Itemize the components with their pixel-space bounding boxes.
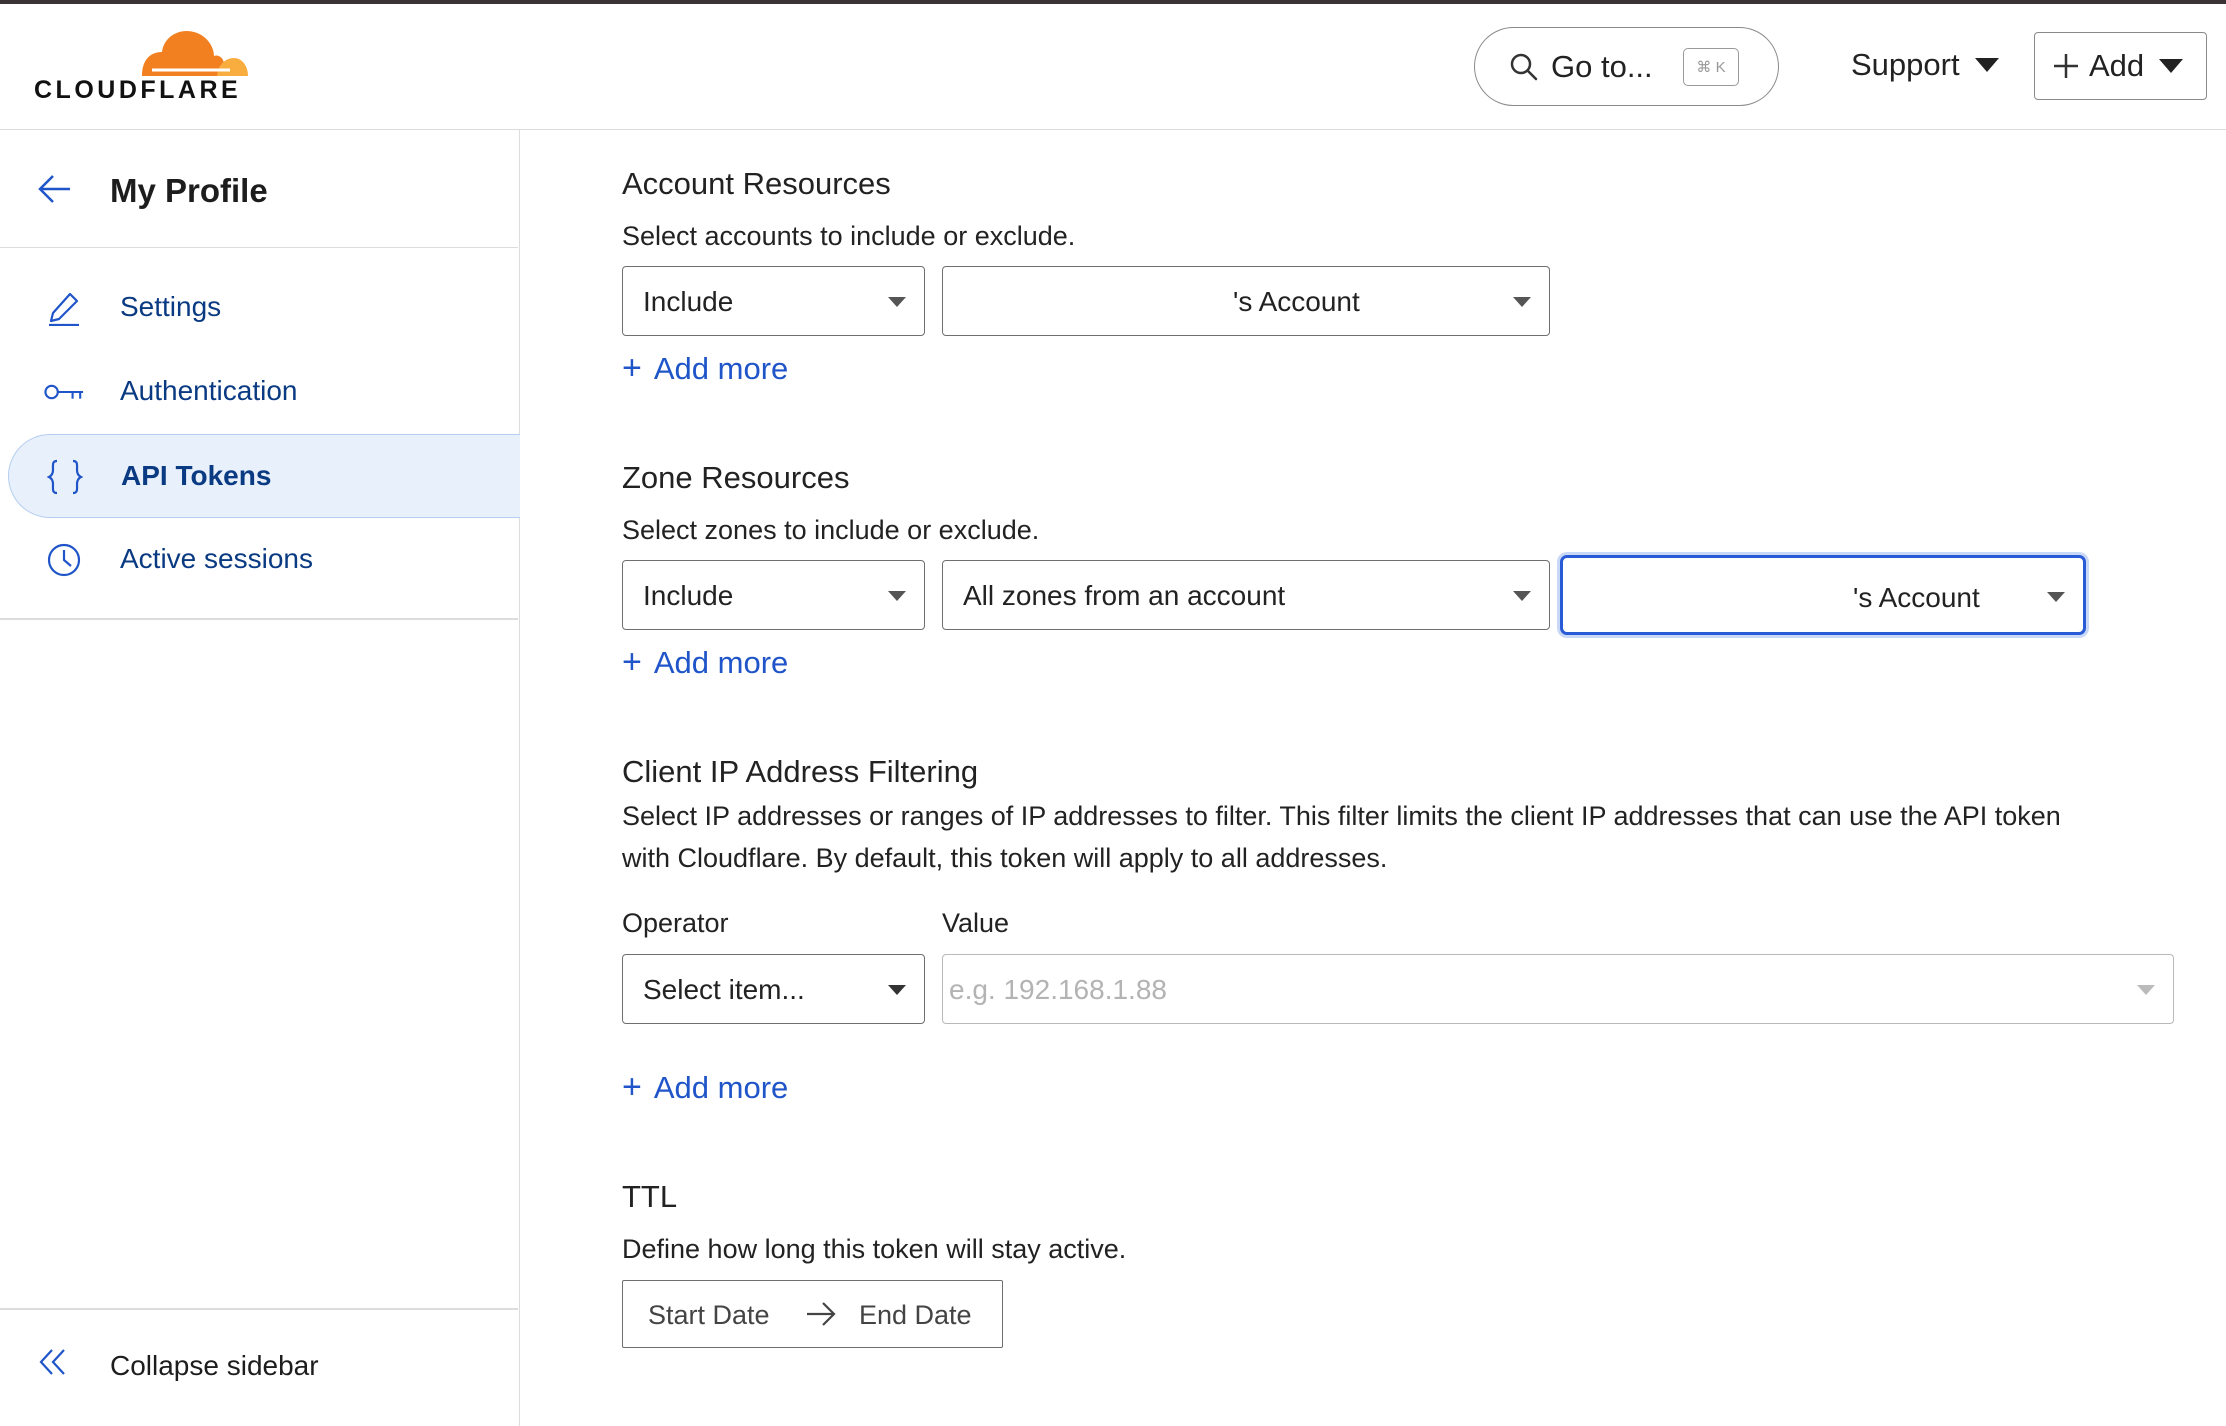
zone-resources-title: Zone Resources: [622, 460, 850, 495]
ip-filtering-description: Select IP addresses or ranges of IP addr…: [622, 795, 2222, 879]
double-chevron-left-icon: [39, 1349, 65, 1375]
plus-icon: +: [622, 349, 642, 387]
zone-resources-description: Select zones to include or exclude.: [622, 515, 1040, 545]
ip-add-more-link[interactable]: + Add more: [622, 1068, 788, 1107]
sidebar-title: My Profile: [110, 172, 268, 209]
clock-icon: [44, 540, 84, 580]
goto-search-button[interactable]: Go to... ⌘ K: [1474, 27, 1779, 106]
account-add-more-link[interactable]: + Add more: [622, 349, 788, 388]
account-select[interactable]: 's Account: [942, 266, 1550, 336]
caret-down-icon: [2159, 59, 2184, 73]
sidebar-divider: [0, 618, 518, 620]
add-label: Add: [2089, 48, 2145, 83]
support-label: Support: [1851, 47, 1960, 82]
sidebar-item-label: API Tokens: [121, 460, 272, 491]
end-date-label: End Date: [859, 1300, 972, 1330]
caret-down-icon: [888, 591, 906, 601]
sidebar-item-label: Authentication: [120, 375, 298, 406]
select-value: 's Account: [1853, 582, 1980, 613]
zone-scope-select[interactable]: All zones from an account: [942, 560, 1550, 630]
ttl-description: Define how long this token will stay act…: [622, 1234, 1127, 1264]
caret-down-icon: [888, 297, 906, 307]
caret-down-icon: [1513, 591, 1531, 601]
sidebar-divider: [0, 1308, 518, 1310]
goto-label: Go to...: [1551, 48, 1653, 84]
zone-operator-select[interactable]: Include: [622, 560, 925, 630]
sidebar-item-label: Active sessions: [120, 543, 313, 574]
sidebar-item-api-tokens[interactable]: API Tokens: [8, 434, 520, 518]
caret-down-icon: [2047, 592, 2065, 602]
support-menu-button[interactable]: Support: [1851, 47, 2000, 83]
value-label: Value: [942, 908, 1010, 938]
select-value: All zones from an account: [963, 580, 1286, 611]
arrow-right-icon: [807, 1302, 836, 1326]
caret-down-icon: [2137, 985, 2155, 995]
ip-filtering-title: Client IP Address Filtering: [622, 754, 979, 789]
back-arrow-icon[interactable]: [38, 174, 72, 204]
cloudflare-logo[interactable]: CLOUDFLARE: [34, 24, 249, 110]
ip-filtering-description-line: with Cloudflare. By default, this token …: [622, 843, 1388, 873]
top-header: CLOUDFLARE Go to... ⌘ K Support Add: [0, 4, 2226, 130]
ttl-date-range-picker[interactable]: Start Date End Date: [622, 1280, 1003, 1348]
account-resources-description: Select accounts to include or exclude.: [622, 221, 1076, 251]
plus-icon: [2054, 54, 2078, 78]
add-more-label: Add more: [653, 644, 789, 680]
start-date-label: Start Date: [648, 1300, 770, 1330]
search-icon: [1510, 53, 1538, 80]
sidebar-item-active-sessions[interactable]: Active sessions: [8, 518, 520, 602]
account-operator-select[interactable]: Include: [622, 266, 925, 336]
add-more-label: Add more: [653, 1069, 789, 1105]
select-value: Include: [643, 286, 734, 317]
caret-down-icon: [1974, 58, 1999, 72]
key-icon: [44, 372, 84, 412]
caret-down-icon: [1513, 297, 1531, 307]
sidebar-item-settings[interactable]: Settings: [8, 266, 520, 350]
add-more-label: Add more: [653, 350, 789, 386]
account-resources-title: Account Resources: [622, 166, 891, 201]
add-menu-button[interactable]: Add: [2034, 32, 2207, 100]
sidebar-item-label: Settings: [120, 291, 222, 322]
ip-value-input[interactable]: e.g. 192.168.1.88: [942, 954, 2174, 1024]
sidebar: My Profile Settings Authentication API T…: [0, 130, 520, 1426]
collapse-sidebar-button[interactable]: Collapse sidebar: [38, 1348, 319, 1381]
select-value: Include: [643, 580, 734, 611]
keyboard-shortcut-badge: ⌘ K: [1683, 48, 1739, 86]
ttl-title: TTL: [622, 1179, 678, 1214]
ip-operator-select[interactable]: Select item...: [622, 954, 925, 1024]
logo-wordmark: CLOUDFLARE: [34, 76, 242, 104]
zone-add-more-link[interactable]: + Add more: [622, 643, 788, 682]
sidebar-header: My Profile: [0, 130, 518, 248]
select-value: 's Account: [1233, 286, 1360, 317]
cloud-logo-icon: [142, 30, 248, 76]
input-placeholder: e.g. 192.168.1.88: [949, 974, 1167, 1005]
zone-account-select[interactable]: 's Account: [1560, 555, 2086, 635]
select-placeholder: Select item...: [643, 974, 805, 1005]
operator-label: Operator: [622, 908, 729, 938]
plus-icon: +: [622, 643, 642, 681]
braces-icon: [45, 457, 85, 497]
pencil-icon: [44, 288, 84, 328]
ip-filtering-description-line: Select IP addresses or ranges of IP addr…: [622, 801, 2061, 831]
sidebar-item-authentication[interactable]: Authentication: [8, 350, 520, 434]
caret-down-icon: [888, 985, 906, 995]
plus-icon: +: [622, 1068, 642, 1106]
collapse-sidebar-label: Collapse sidebar: [110, 1350, 319, 1381]
